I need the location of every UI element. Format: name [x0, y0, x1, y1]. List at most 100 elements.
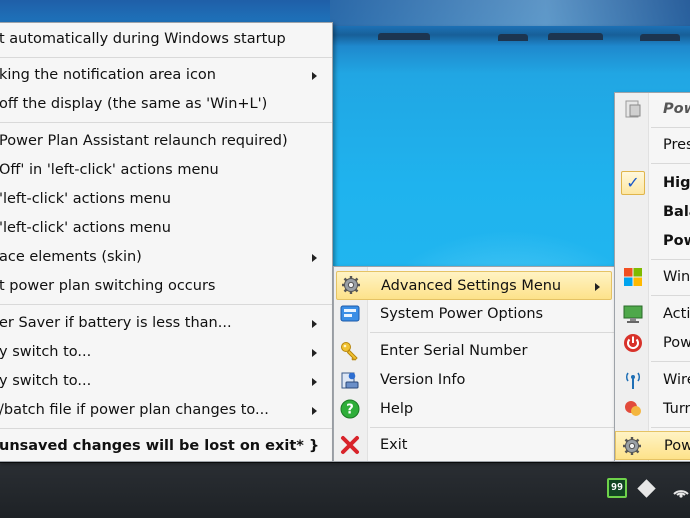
menu-item-label: Version Info	[380, 372, 466, 388]
menu-separator	[651, 163, 690, 164]
submenu-arrow-icon	[312, 72, 317, 80]
menu-item-advanced-settings[interactable]: Advanced Settings Menu	[336, 271, 612, 300]
menu-item-autostart[interactable]: t automatically during Windows startup	[0, 25, 332, 54]
exit-icon	[341, 436, 359, 454]
checkmark-icon: ✓	[621, 171, 645, 195]
menu-item-label: off the display (the same as 'Win+L')	[0, 96, 268, 112]
menu-item-wireless[interactable]: Wire	[615, 366, 690, 395]
menu-separator	[0, 428, 332, 429]
menu-item-power-saver[interactable]: er Saver if battery is less than...	[0, 309, 332, 338]
menu-item-label: king the notification area icon	[0, 67, 216, 83]
settings-menu: t automatically during Windows startup k…	[0, 22, 333, 462]
menu-item-label: 'left-click' actions menu	[0, 220, 171, 236]
monitor-icon	[623, 305, 643, 323]
menu-item-power-settings[interactable]: Pow	[615, 431, 690, 460]
menu-item-header: Pow	[615, 95, 690, 124]
menu-item-notification-icon[interactable]: king the notification area icon	[0, 61, 332, 90]
power-icon	[624, 334, 642, 352]
wireless-icon	[625, 372, 641, 389]
submenu-arrow-icon	[312, 320, 317, 328]
menu-item-label: Turn	[663, 401, 690, 417]
menu-item-skin[interactable]: ace elements (skin)	[0, 243, 332, 272]
menu-item-label: Pow	[664, 438, 690, 454]
app-icon	[625, 100, 641, 118]
menu-item-label: Pow	[663, 335, 690, 351]
menu-item-label: Hig	[663, 175, 690, 191]
island-silhouette	[640, 34, 680, 41]
wifi-icon[interactable]	[672, 478, 690, 498]
menu-item-label: Pow	[663, 233, 690, 249]
menu-separator	[370, 332, 614, 333]
menu-item-preset[interactable]: Pres	[615, 131, 690, 160]
menu-separator	[370, 427, 614, 428]
menu-item-system-power-options[interactable]: System Power Options	[334, 300, 614, 329]
menu-item-label: Wire	[663, 372, 690, 388]
main-context-menu: Advanced Settings Menu System Power Opti…	[333, 266, 615, 462]
menu-item-label: er Saver if battery is less than...	[0, 315, 232, 331]
gear-icon	[342, 276, 360, 294]
submenu-arrow-icon	[312, 349, 317, 357]
power-plans-menu: Pow Pres ✓ Hig Bala Pow Win Acti Pow	[614, 92, 690, 462]
submenu-arrow-icon	[312, 407, 317, 415]
menu-separator	[651, 427, 690, 428]
menu-item-label: unsaved changes will be lost on exit* }	[0, 438, 320, 454]
menu-item-switch-to[interactable]: y switch to...	[0, 367, 332, 396]
menu-item-left-click-actions[interactable]: 'left-click' actions menu	[0, 214, 332, 243]
menu-item-label: y switch to...	[0, 373, 92, 389]
menu-separator	[0, 57, 332, 58]
submenu-arrow-icon	[595, 283, 600, 291]
menu-separator	[651, 127, 690, 128]
menu-item-relaunch[interactable]: Power Plan Assistant relaunch required)	[0, 127, 332, 156]
menu-separator	[651, 361, 690, 362]
menu-item-label: y switch to...	[0, 344, 92, 360]
menu-item-label: System Power Options	[380, 306, 544, 322]
menu-item-label: t automatically during Windows startup	[0, 31, 286, 47]
menu-item-windows[interactable]: Win	[615, 263, 690, 292]
menu-item-save-warning[interactable]: unsaved changes will be lost on exit* }	[0, 432, 332, 461]
menu-item-label: Pres	[663, 137, 690, 153]
menu-item-balanced[interactable]: Bala	[615, 198, 690, 227]
menu-item-high-performance[interactable]: ✓ Hig	[615, 169, 690, 198]
menu-item-batch-file[interactable]: /batch file if power plan changes to...	[0, 396, 332, 425]
submenu-arrow-icon	[312, 254, 317, 262]
menu-item-label: Power Plan Assistant relaunch required)	[0, 133, 288, 149]
menu-item-label: Enter Serial Number	[380, 343, 528, 359]
menu-item-power-saver[interactable]: Pow	[615, 227, 690, 256]
menu-item-help[interactable]: ? Help	[334, 395, 614, 424]
menu-item-power[interactable]: Pow	[615, 329, 690, 358]
battery-icon[interactable]: 99	[607, 478, 627, 498]
menu-item-label: Advanced Settings Menu	[381, 278, 562, 294]
menu-item-label: Exit	[380, 437, 408, 453]
menu-item-enter-serial[interactable]: Enter Serial Number	[334, 337, 614, 366]
menu-item-label: Off' in 'left-click' actions menu	[0, 162, 219, 178]
submenu-arrow-icon	[312, 378, 317, 386]
island-silhouette	[498, 34, 528, 41]
island-silhouette	[378, 33, 430, 40]
menu-separator	[0, 122, 332, 123]
menu-item-exit[interactable]: Exit	[334, 431, 614, 460]
menu-separator	[651, 295, 690, 296]
taskbar	[0, 462, 690, 518]
version-info-icon	[341, 372, 359, 389]
menu-item-label: Win	[663, 269, 690, 285]
gear-icon	[623, 437, 641, 455]
key-icon	[341, 342, 358, 361]
menu-item-label: Pow	[663, 101, 690, 117]
menu-item-turn-off[interactable]: Turn	[615, 395, 690, 424]
power-options-icon	[340, 305, 360, 322]
turn-off-icon	[625, 401, 641, 416]
menu-item-label: Bala	[663, 204, 690, 220]
menu-item-left-click-actions[interactable]: 'left-click' actions menu	[0, 185, 332, 214]
menu-item-switching-notice[interactable]: t power plan switching occurs	[0, 272, 332, 301]
menu-item-label: Help	[380, 401, 414, 417]
menu-item-label: 'left-click' actions menu	[0, 191, 171, 207]
sky	[330, 0, 690, 26]
menu-item-off-actions[interactable]: Off' in 'left-click' actions menu	[0, 156, 332, 185]
menu-item-switch-to[interactable]: y switch to...	[0, 338, 332, 367]
menu-item-version-info[interactable]: Version Info	[334, 366, 614, 395]
menu-item-display-off[interactable]: off the display (the same as 'Win+L')	[0, 90, 332, 119]
menu-item-active[interactable]: Acti	[615, 300, 690, 329]
svg-text:?: ?	[346, 403, 354, 418]
menu-item-label: t power plan switching occurs	[0, 278, 216, 294]
menu-item-label: Acti	[663, 306, 690, 322]
